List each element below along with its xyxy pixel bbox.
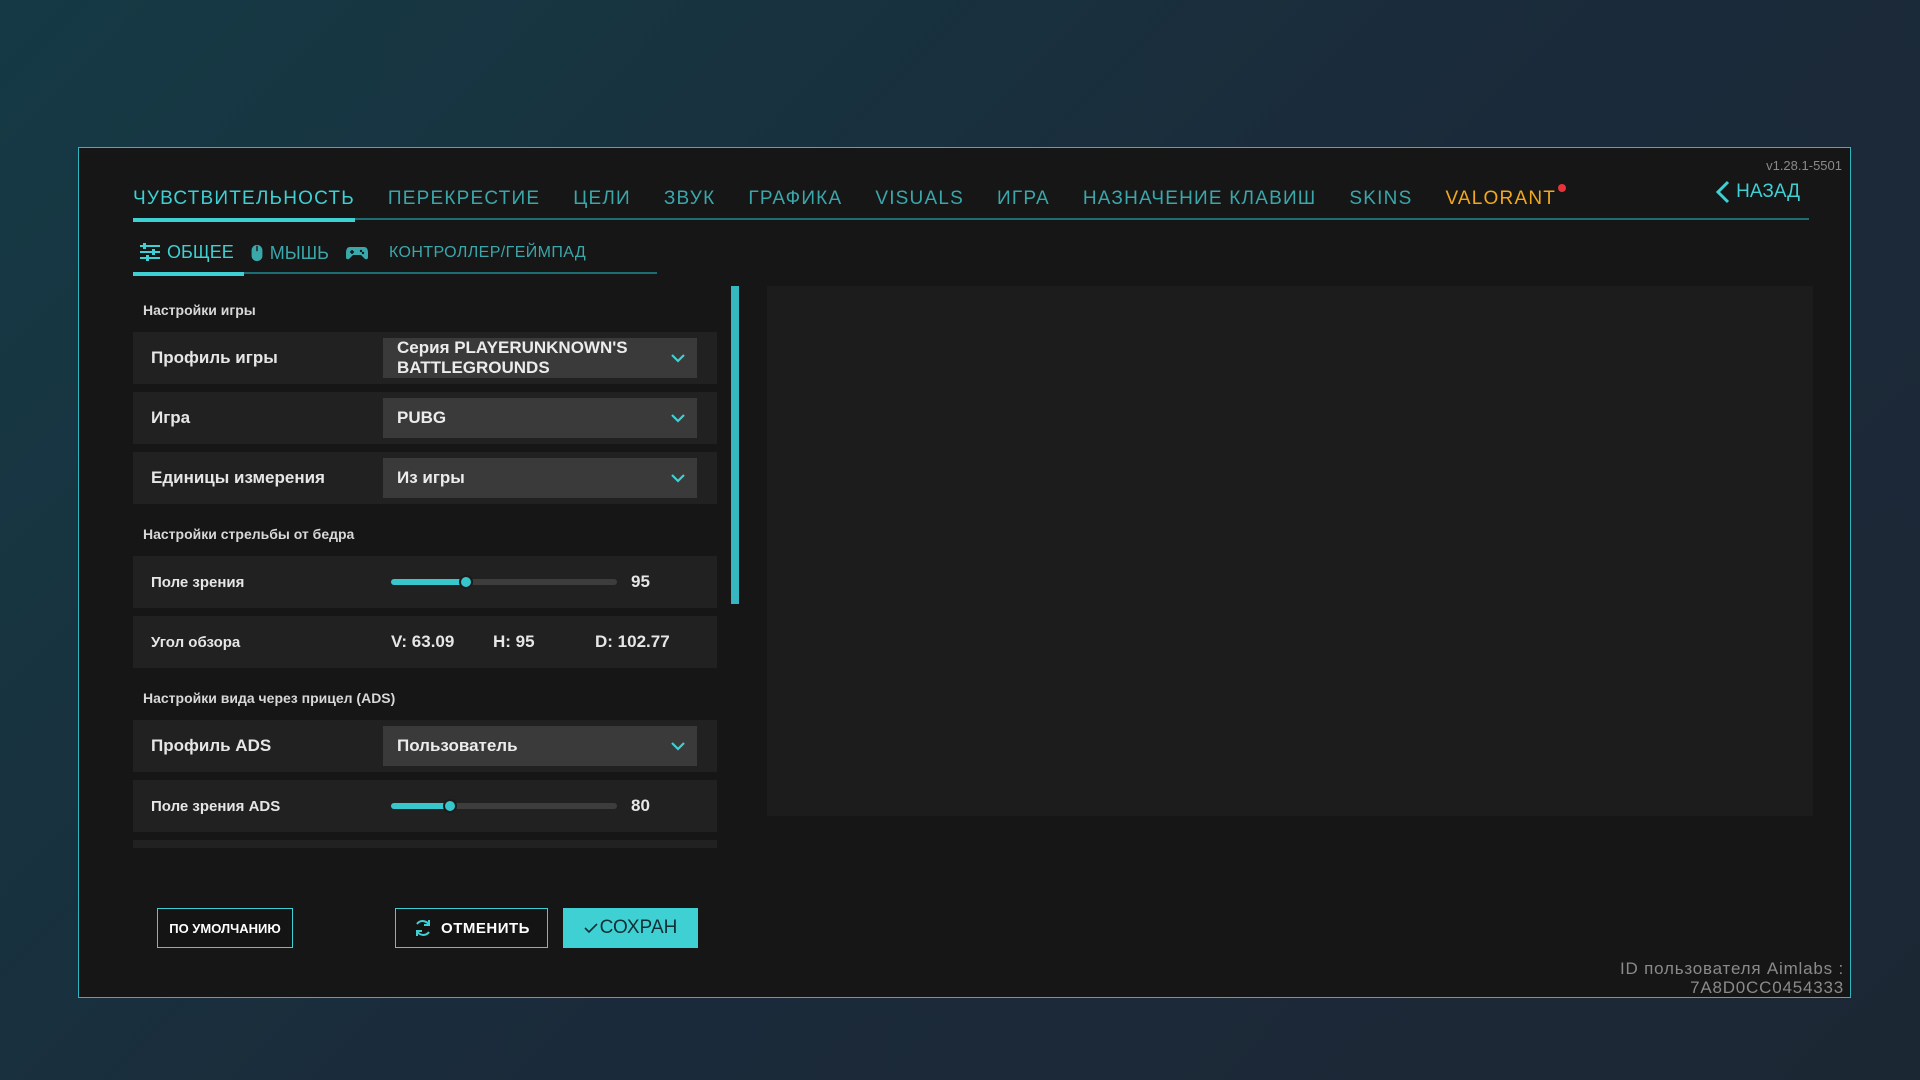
units-dropdown[interactable]: Из игры — [383, 458, 697, 498]
tab-crosshair[interactable]: ПЕРЕКРЕСТИЕ — [388, 188, 540, 220]
tab-sound[interactable]: ЗВУК — [664, 188, 715, 220]
tab-graphics[interactable]: ГРАФИКА — [748, 188, 842, 220]
cancel-button-label: ОТМЕНИТЬ — [441, 919, 530, 937]
ads-profile-value: Пользователь — [397, 736, 518, 756]
game-label: Игра — [151, 408, 191, 427]
ads-profile-label: Профиль ADS — [151, 736, 272, 755]
checkmark-icon — [584, 923, 598, 934]
fov-slider-handle[interactable] — [458, 575, 473, 589]
save-button[interactable]: СОХРАН — [563, 908, 698, 948]
back-button[interactable]: НАЗАД — [1714, 180, 1800, 204]
ads-fov-label: Поле зрения ADS — [151, 797, 281, 815]
units-label: Единицы измерения — [151, 468, 325, 487]
subtab-mouse[interactable]: МЫШЬ — [244, 240, 339, 274]
subtab-controller[interactable]: КОНТРОЛЛЕР/ГЕЙМПАД — [339, 240, 596, 274]
user-id-value: 7A8D0CC0454333 — [1690, 978, 1844, 997]
ads-fov-value: 80 — [631, 796, 650, 815]
tab-valorant[interactable]: VALORANT — [1445, 184, 1567, 220]
view-angle-label: Угол обзора — [151, 633, 241, 651]
chevron-down-icon — [671, 414, 685, 423]
ads-fov-slider[interactable] — [391, 799, 617, 813]
game-profile-dropdown[interactable]: Серия PLAYERUNKNOWN'S BATTLEGROUNDS — [383, 338, 697, 378]
ads-fov-slider-handle[interactable] — [442, 799, 457, 813]
chevron-left-icon — [1716, 180, 1730, 204]
units-value: Из игры — [397, 468, 465, 488]
view-angle-values: V: 63.09 H: 95 D: 102.77 — [391, 632, 670, 652]
row-ads-fov: Поле зрения ADS 80 — [133, 780, 717, 832]
row-units: Единицы измерения Из игры — [133, 452, 717, 504]
diagonal-fov-value: D: 102.77 — [595, 632, 670, 651]
fov-label: Поле зрения — [151, 573, 245, 591]
subtab-general-label: ОБЩЕЕ — [167, 241, 234, 262]
version-label: v1.28.1-5501 — [1766, 158, 1842, 173]
preview-panel — [767, 286, 1813, 816]
tab-valorant-label: VALORANT — [1445, 188, 1557, 209]
top-tab-bar: ЧУВСТВИТЕЛЬНОСТЬ ПЕРЕКРЕСТИЕ ЦЕЛИ ЗВУК Г… — [133, 184, 1809, 222]
sliders-icon — [140, 243, 160, 261]
game-profile-label: Профиль игры — [151, 348, 278, 367]
gamepad-icon — [345, 247, 368, 260]
tab-keybinds[interactable]: НАЗНАЧЕНИЕ КЛАВИШ — [1083, 188, 1317, 220]
tab-game[interactable]: ИГРА — [997, 188, 1050, 220]
notification-dot — [1558, 184, 1567, 192]
row-ads-profile: Профиль ADS Пользователь — [133, 720, 717, 772]
row-partial — [133, 840, 717, 848]
subtab-controller-label: КОНТРОЛЛЕР/ГЕЙМПАД — [388, 244, 587, 261]
save-button-label: СОХРАН — [599, 917, 678, 938]
cancel-button[interactable]: ОТМЕНИТЬ — [395, 908, 548, 948]
chevron-down-icon — [671, 354, 685, 363]
refresh-icon — [416, 920, 431, 936]
settings-list: Настройки игры Профиль игры Серия PLAYER… — [133, 288, 717, 848]
chevron-down-icon — [671, 474, 685, 483]
tab-skins[interactable]: SKINS — [1349, 188, 1412, 220]
game-dropdown[interactable]: PUBG — [383, 398, 697, 438]
settings-window: v1.28.1-5501 ЧУВСТВИТЕЛЬНОСТЬ ПЕРЕКРЕСТИ… — [78, 147, 1851, 998]
settings-scrollbar[interactable] — [731, 286, 739, 604]
section-title-ads: Настройки вида через прицел (ADS) — [143, 690, 396, 706]
row-fov: Поле зрения 95 — [133, 556, 717, 608]
game-value: PUBG — [397, 408, 447, 428]
sub-tab-bar: ОБЩЕЕ МЫШЬ КОНТРОЛЛЕР/ГЕЙМПАД — [133, 240, 657, 276]
section-title-hipfire: Настройки стрельбы от бедра — [143, 526, 355, 542]
tab-targets[interactable]: ЦЕЛИ — [573, 188, 631, 220]
fov-value: 95 — [631, 572, 650, 591]
ads-fov-slider-fill — [391, 803, 450, 809]
fov-slider[interactable] — [391, 575, 617, 589]
user-id-label: ID пользователя Aimlabs : — [1619, 959, 1844, 978]
tab-visuals[interactable]: VISUALS — [875, 188, 964, 220]
section-title-game: Настройки игры — [143, 302, 256, 318]
back-button-label: НАЗАД — [1736, 181, 1800, 202]
chevron-down-icon — [671, 742, 685, 751]
subtab-general[interactable]: ОБЩЕЕ — [133, 240, 244, 276]
row-view-angle: Угол обзора V: 63.09 H: 95 D: 102.77 — [133, 616, 717, 668]
tab-sensitivity[interactable]: ЧУВСТВИТЕЛЬНОСТЬ — [133, 188, 355, 222]
ads-profile-dropdown[interactable]: Пользователь — [383, 726, 697, 766]
default-button[interactable]: ПО УМОЛЧАНИЮ — [157, 908, 293, 948]
row-game: Игра PUBG — [133, 392, 717, 444]
horizontal-fov-value: H: 95 — [493, 632, 535, 651]
subtab-mouse-label: МЫШЬ — [269, 242, 329, 263]
mouse-icon — [251, 244, 263, 262]
user-id: ID пользователя Aimlabs : 7A8D0CC0454333 — [1620, 959, 1844, 997]
row-game-profile: Профиль игры Серия PLAYERUNKNOWN'S BATTL… — [133, 332, 717, 384]
vertical-fov-value: V: 63.09 — [391, 632, 455, 651]
fov-slider-fill — [391, 579, 466, 585]
game-profile-value: Серия PLAYERUNKNOWN'S BATTLEGROUNDS — [397, 338, 628, 377]
